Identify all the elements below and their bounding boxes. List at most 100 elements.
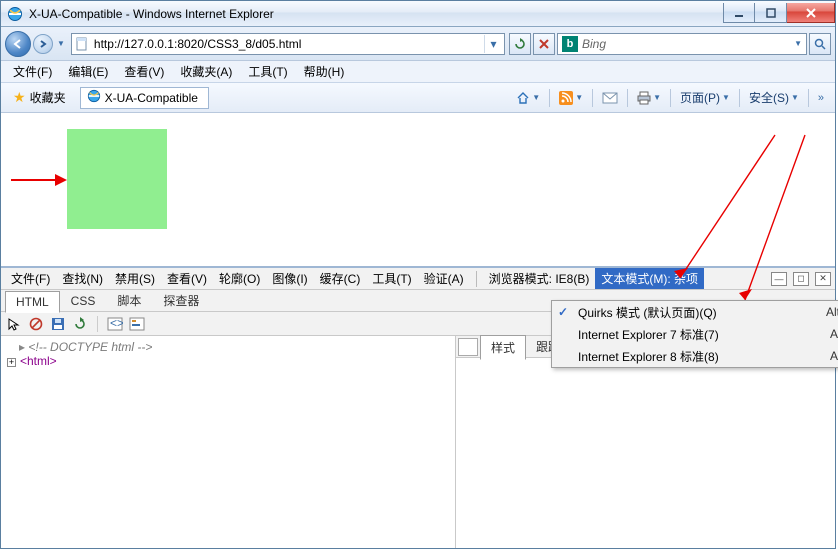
clear-cache-icon[interactable] <box>27 315 45 333</box>
dv-menu-outline[interactable]: 轮廓(O) <box>213 268 266 289</box>
dv-menu-tools[interactable]: 工具(T) <box>366 268 417 289</box>
search-dropdown-icon[interactable]: ▼ <box>794 39 802 48</box>
refresh-button[interactable] <box>509 33 531 55</box>
ie-window: X-UA-Compatible - Windows Internet Explo… <box>0 0 836 549</box>
separator <box>808 89 809 107</box>
stop-button[interactable] <box>533 33 555 55</box>
favorites-bar: ★ 收藏夹 X-UA-Compatible ▼ ▼ ▼ 页面(P) ▼ 安全(S… <box>1 83 835 113</box>
search-placeholder: Bing <box>582 37 790 51</box>
devtools-unpin-button[interactable]: ◻ <box>793 272 809 286</box>
save-icon[interactable] <box>49 315 67 333</box>
annotation-arrow-icon <box>11 171 67 189</box>
separator <box>549 89 550 107</box>
doc-mode-item-shortcut: Alt <box>830 327 838 341</box>
address-bar[interactable]: http://127.0.0.1:8020/CSS3_8/d05.html ▾ <box>71 33 505 55</box>
dv-menu-image[interactable]: 图像(I) <box>266 268 313 289</box>
styles-tab[interactable]: 样式 <box>480 335 526 360</box>
menu-file[interactable]: 文件(F) <box>5 61 60 82</box>
separator <box>97 316 98 332</box>
separator <box>739 89 740 107</box>
doc-mode-item-label: Internet Explorer 7 标准(7) <box>578 326 830 343</box>
url-text: http://127.0.0.1:8020/CSS3_8/d05.html <box>90 37 484 51</box>
doc-mode-item-shortcut: Alt <box>830 349 838 363</box>
dv-menu-file[interactable]: 文件(F) <box>5 268 56 289</box>
separator <box>476 271 477 287</box>
separator <box>670 89 671 107</box>
devtools-tab-profiler[interactable]: 探查器 <box>152 288 210 313</box>
titlebar: X-UA-Compatible - Windows Internet Explo… <box>1 1 835 27</box>
dv-menu-view[interactable]: 查看(V) <box>161 268 213 289</box>
devtools-tab-html[interactable]: HTML <box>5 291 60 313</box>
devtools-minimize-button[interactable]: — <box>771 272 787 286</box>
style-toggle-button[interactable] <box>458 338 478 356</box>
menu-tools[interactable]: 工具(T) <box>240 61 295 82</box>
menu-view[interactable]: 查看(V) <box>116 61 172 82</box>
ie-logo-icon <box>87 89 101 106</box>
page-menu-label: 页面(P) <box>680 89 720 106</box>
close-button[interactable] <box>787 3 835 23</box>
doc-mode-item-quirks[interactable]: ✓ Quirks 模式 (默认页面)(Q) Alt- <box>552 301 838 323</box>
devtools-menubar: 文件(F) 查找(N) 禁用(S) 查看(V) 轮廓(O) 图像(I) 缓存(C… <box>1 268 835 290</box>
code-tag: <html> <box>20 354 57 368</box>
dv-menu-disable[interactable]: 禁用(S) <box>109 268 161 289</box>
command-bar: ▼ ▼ ▼ 页面(P) ▼ 安全(S) ▼ » <box>511 87 829 109</box>
window-buttons <box>723 4 835 23</box>
dv-menu-find[interactable]: 查找(N) <box>56 268 109 289</box>
check-icon: ✓ <box>558 305 568 319</box>
print-button[interactable]: ▼ <box>632 87 666 109</box>
ie-logo-icon <box>7 6 23 22</box>
back-button[interactable] <box>5 31 31 57</box>
home-button[interactable]: ▼ <box>511 87 545 109</box>
devtools-close-button[interactable]: ✕ <box>815 272 831 286</box>
menu-bar: 文件(F) 编辑(E) 查看(V) 收藏夹(A) 工具(T) 帮助(H) <box>1 61 835 83</box>
doc-mode-item-label: Quirks 模式 (默认页面)(Q) <box>578 304 826 321</box>
collapse-icon[interactable]: ▸ <box>19 340 25 354</box>
devtools-tab-css[interactable]: CSS <box>60 290 107 312</box>
safety-menu-label: 安全(S) <box>749 89 789 106</box>
document-mode-menu: ✓ Quirks 模式 (默认页面)(Q) Alt- Internet Expl… <box>551 300 838 368</box>
attributes-icon[interactable] <box>128 315 146 333</box>
safety-menu-button[interactable]: 安全(S) ▼ <box>744 87 804 109</box>
forward-button[interactable] <box>33 34 53 54</box>
expand-icon[interactable]: + <box>7 358 16 367</box>
star-icon: ★ <box>13 89 26 106</box>
dv-menu-cache[interactable]: 缓存(C) <box>314 268 367 289</box>
content-green-box <box>67 129 167 229</box>
feeds-button[interactable]: ▼ <box>554 87 588 109</box>
menu-help[interactable]: 帮助(H) <box>296 61 353 82</box>
search-box[interactable]: b Bing ▼ <box>557 33 807 55</box>
devtools-tab-script[interactable]: 脚本 <box>106 288 152 313</box>
code-comment: <!-- DOCTYPE html --> <box>28 340 152 354</box>
separator <box>592 89 593 107</box>
navigation-bar: ▼ http://127.0.0.1:8020/CSS3_8/d05.html … <box>1 27 835 61</box>
menu-edit[interactable]: 编辑(E) <box>60 61 116 82</box>
read-mail-button[interactable] <box>597 87 623 109</box>
toolbar-chevron-icon[interactable]: » <box>813 87 829 109</box>
refresh-icon[interactable] <box>71 315 89 333</box>
tab-title: X-UA-Compatible <box>105 91 198 105</box>
doc-mode-item-label: Internet Explorer 8 标准(8) <box>578 348 830 365</box>
favorites-label: 收藏夹 <box>30 89 66 106</box>
url-dropdown-icon[interactable]: ▾ <box>484 35 502 53</box>
history-dropdown-icon[interactable]: ▼ <box>57 39 65 48</box>
window-title: X-UA-Compatible - Windows Internet Explo… <box>29 7 723 21</box>
menu-favorites[interactable]: 收藏夹(A) <box>172 61 240 82</box>
doc-mode-item-ie7[interactable]: Internet Explorer 7 标准(7) Alt <box>552 323 838 345</box>
select-element-icon[interactable] <box>5 315 23 333</box>
svg-text:<>: <> <box>110 317 123 330</box>
doc-mode-item-ie8[interactable]: Internet Explorer 8 标准(8) Alt <box>552 345 838 367</box>
page-menu-button[interactable]: 页面(P) ▼ <box>675 87 735 109</box>
favorites-button[interactable]: ★ 收藏夹 <box>7 87 72 108</box>
search-go-button[interactable] <box>809 33 831 55</box>
page-viewport <box>1 113 835 267</box>
minimize-button[interactable] <box>723 3 755 23</box>
document-mode-button[interactable]: 文本模式(M): 杂项 <box>595 268 704 289</box>
separator <box>627 89 628 107</box>
element-source-icon[interactable]: <> <box>106 315 124 333</box>
dv-menu-validate[interactable]: 验证(A) <box>418 268 470 289</box>
bing-icon: b <box>562 36 578 52</box>
browser-mode-button[interactable]: 浏览器模式: IE8(B) <box>483 268 596 289</box>
maximize-button[interactable] <box>755 3 787 23</box>
dom-tree[interactable]: ▸ <!-- DOCTYPE html --> + <html> <box>1 336 455 548</box>
browser-tab[interactable]: X-UA-Compatible <box>80 87 209 109</box>
